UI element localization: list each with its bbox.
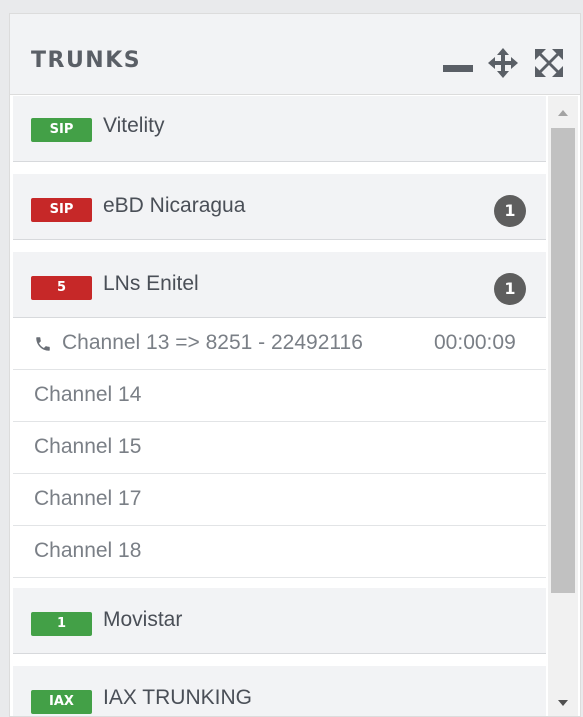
scroll-up-arrow-icon[interactable] [548,100,578,124]
trunk-row-lns-enitel[interactable]: 5 LNs Enitel 1 [13,252,546,318]
channel-row[interactable]: Channel 14 [13,370,546,422]
trunk-name: eBD Nicaragua [103,194,246,217]
trunk-type-badge: 1 [31,612,92,636]
expand-icon[interactable] [535,49,563,77]
panel-title: TRUNKS [31,48,142,73]
channel-row[interactable]: Channel 15 [13,422,546,474]
trunk-row-iax-trunking[interactable]: IAX IAX TRUNKING [13,666,546,716]
active-call-count-badge: 1 [494,273,526,305]
trunk-list: SIP Vitelity SIP eBD Nicaragua 1 5 LNs E… [13,96,546,716]
trunk-row-ebd-nicaragua[interactable]: SIP eBD Nicaragua 1 [13,174,546,240]
channel-row[interactable]: Channel 17 [13,474,546,526]
channel-label: Channel 13 => 8251 - 22492116 [62,331,363,354]
channel-row-active[interactable]: Channel 13 => 8251 - 22492116 00:00:09 [13,318,546,370]
phone-icon [36,337,50,351]
channel-label: Channel 14 [34,383,142,406]
trunk-type-badge: IAX [31,690,92,714]
vertical-scrollbar[interactable] [548,96,578,716]
trunk-type-badge: 5 [31,276,92,300]
channel-label: Channel 18 [34,539,142,562]
move-icon[interactable] [488,48,518,78]
minimize-icon[interactable] [443,63,473,73]
trunk-name: Movistar [103,608,183,631]
scroll-down-arrow-icon[interactable] [548,692,578,716]
scrollbar-thumb[interactable] [551,128,575,593]
call-duration: 00:00:09 [434,331,516,354]
channel-row[interactable]: Channel 18 [13,526,546,578]
panel-header: TRUNKS [10,14,580,95]
trunk-name: LNs Enitel [103,272,199,295]
channel-label: Channel 17 [34,487,142,510]
trunk-name: Vitelity [103,114,165,137]
channel-label: Channel 15 [34,435,142,458]
trunk-row-movistar[interactable]: 1 Movistar [13,588,546,654]
active-call-count-badge: 1 [494,195,526,227]
trunk-type-badge: SIP [31,198,92,222]
trunk-type-badge: SIP [31,118,92,142]
trunk-name: IAX TRUNKING [103,686,252,709]
trunk-row-vitelity[interactable]: SIP Vitelity [13,96,546,162]
trunks-panel: TRUNKS SIP Vitelity SIP eBD Nicaragua 1 … [9,13,581,717]
